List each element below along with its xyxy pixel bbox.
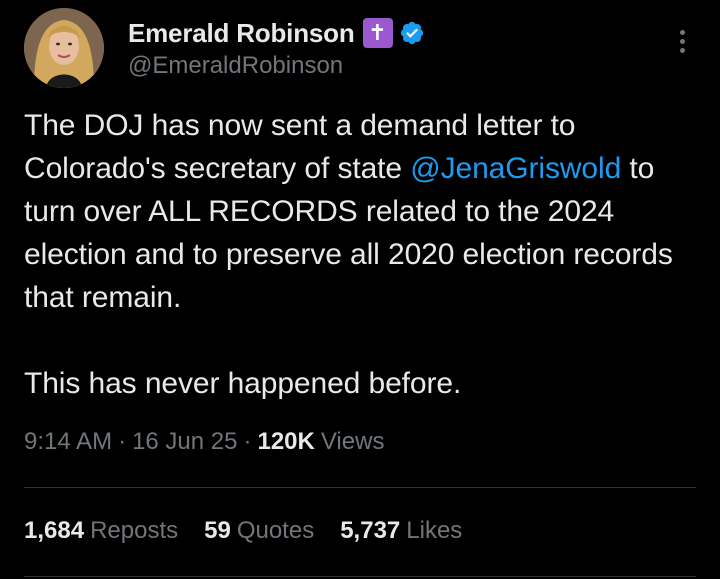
views-label: Views — [320, 428, 385, 455]
avatar-image — [24, 8, 104, 88]
divider — [24, 576, 696, 577]
likes-stat[interactable]: 5,737 Likes — [340, 517, 462, 545]
engagement-stats: 1,684 Reposts 59 Quotes 5,737 Likes — [24, 517, 462, 545]
more-dot — [679, 48, 685, 53]
avatar[interactable] — [24, 8, 104, 88]
tweet-paragraph-2: This has never happened before. — [24, 367, 462, 400]
author-handle[interactable]: @EmeraldRobinson — [128, 52, 425, 80]
quotes-count: 59 — [204, 517, 231, 544]
author-info: Emerald Robinson ✝ @EmeraldRobinson — [128, 16, 425, 80]
reposts-label: Reposts — [90, 517, 179, 544]
views-count[interactable]: 120K — [257, 428, 314, 456]
mention-link[interactable]: @JenaGriswold — [410, 152, 621, 185]
likes-count: 5,737 — [340, 517, 401, 544]
quotes-label: Quotes — [236, 517, 315, 544]
name-row: Emerald Robinson ✝ — [128, 16, 425, 50]
more-options-icon[interactable] — [676, 26, 688, 58]
display-name[interactable]: Emerald Robinson — [128, 18, 355, 49]
tweet-meta: 9:14 AM · 16 Jun 25 · 120K Views — [24, 428, 384, 456]
divider — [24, 487, 696, 488]
quotes-stat[interactable]: 59 Quotes — [204, 517, 314, 545]
tweet-header: Emerald Robinson ✝ @EmeraldRobinson — [24, 4, 696, 88]
tweet-paragraph-1: The DOJ has now sent a demand letter to … — [24, 104, 696, 319]
meta-separator: · — [118, 428, 127, 455]
post-date[interactable]: 16 Jun 25 — [132, 428, 237, 456]
reposts-stat[interactable]: 1,684 Reposts — [24, 517, 178, 545]
reposts-count: 1,684 — [24, 517, 85, 544]
more-dot — [679, 39, 685, 44]
more-dot — [679, 30, 685, 35]
verified-badge-icon[interactable] — [399, 20, 425, 46]
tweet-card: Emerald Robinson ✝ @EmeraldRobinson The … — [0, 0, 720, 579]
cross-icon: ✝ — [362, 18, 393, 48]
meta-separator: · — [243, 428, 252, 455]
post-time[interactable]: 9:14 AM — [24, 428, 112, 456]
tweet-text: The DOJ has now sent a demand letter to … — [24, 104, 696, 405]
likes-label: Likes — [406, 517, 463, 544]
